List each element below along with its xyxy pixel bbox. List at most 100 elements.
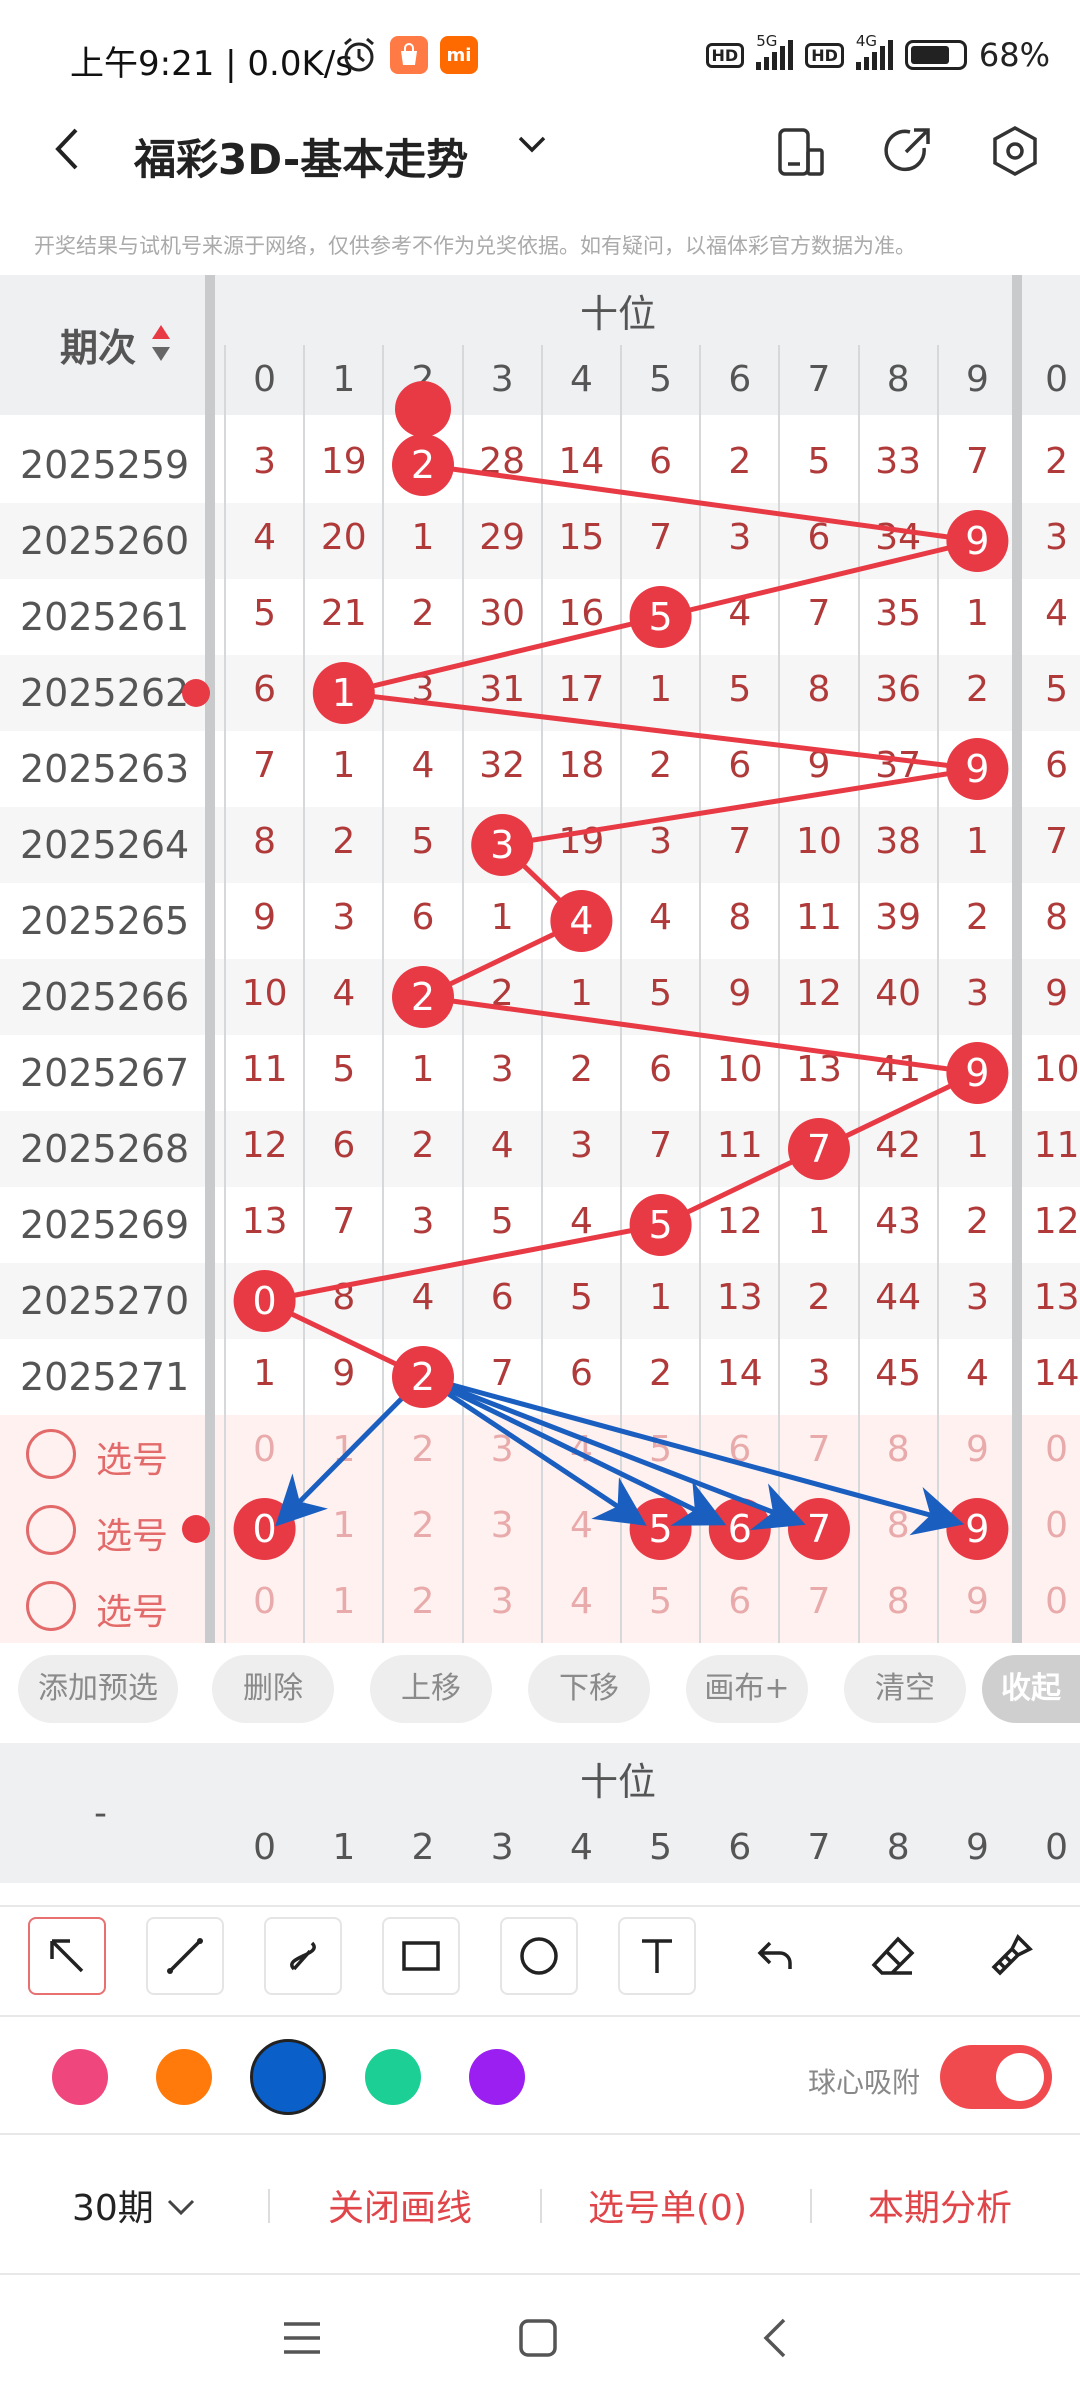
rectangle-tool[interactable]	[382, 1917, 460, 1995]
period-cell: 2025259	[20, 443, 190, 487]
share-icon[interactable]	[880, 124, 934, 178]
shopping-bag-icon	[390, 36, 428, 74]
omission-cell: 1	[411, 1049, 435, 1090]
select-digit-cell[interactable]: 3	[462, 1429, 542, 1470]
omission-cell: 7	[807, 593, 831, 634]
color-swatch-3[interactable]	[365, 2049, 421, 2105]
omission-cell: 11	[716, 1125, 763, 1166]
select-digit-cell[interactable]: 3	[462, 1581, 542, 1622]
select-digit-cell[interactable]: 0	[1017, 1505, 1080, 1546]
select-digit-cell[interactable]: 6	[700, 1429, 780, 1470]
selection-list-button[interactable]: 选号单(0)	[588, 2179, 747, 2231]
trend-table[interactable]: 期次 十位 01234567890 2025259 3 19 28 14 6 2 5 33 7 2 2…	[0, 275, 1080, 1645]
select-digit-cell[interactable]: 3	[462, 1505, 542, 1546]
color-swatch-4[interactable]	[469, 2049, 525, 2105]
select-digit-cell[interactable]: 4	[541, 1505, 621, 1546]
add-preselect-button[interactable]: 添加预选	[18, 1655, 178, 1723]
select-digit-cell[interactable]: 5	[621, 1581, 701, 1622]
select-digit-cell[interactable]: 2	[383, 1429, 463, 1470]
select-digit-cell[interactable]: 8	[858, 1505, 938, 1546]
select-digit-cell[interactable]: 4	[541, 1429, 621, 1470]
select-digit-cell[interactable]: 6	[700, 1581, 780, 1622]
omission-cell: 9	[728, 973, 752, 1014]
color-swatch-2[interactable]	[250, 2039, 326, 2115]
undo-tool[interactable]	[736, 1917, 814, 1995]
title-bar: 福彩3D-基本走势	[0, 118, 1080, 184]
select-digit-cell[interactable]: 9	[937, 1429, 1017, 1470]
freehand-tool[interactable]	[264, 1917, 342, 1995]
omission-cell: 7	[965, 441, 989, 482]
delete-button[interactable]: 删除	[212, 1655, 334, 1723]
circle-icon	[520, 1937, 558, 1975]
net-type-label: 5G	[756, 32, 778, 50]
move-up-button[interactable]: 上移	[370, 1655, 492, 1723]
eraser-tool[interactable]	[854, 1917, 932, 1995]
select-digit-cell[interactable]: 0	[225, 1429, 305, 1470]
period-cell: 2025269	[20, 1203, 190, 1247]
omission-cell: 6	[728, 745, 752, 786]
undo-icon	[757, 1941, 792, 1969]
omission-cell: 2	[490, 973, 514, 1014]
omission-cell: 18	[558, 745, 605, 786]
back-nav-icon[interactable]	[756, 2316, 796, 2360]
color-swatch-1[interactable]	[156, 2049, 212, 2105]
text-tool[interactable]	[618, 1917, 696, 1995]
close-drawing-button[interactable]: 关闭画线	[328, 2179, 472, 2231]
omission-cell: 34	[875, 517, 922, 558]
select-radio[interactable]	[26, 1581, 76, 1631]
select-digit-cell[interactable]: 2	[383, 1505, 463, 1546]
select-digit-cell[interactable]: 0	[225, 1581, 305, 1622]
bottom-bar: 30期 关闭画线 选号单(0) 本期分析	[0, 2135, 1080, 2275]
select-digit-cell[interactable]: 0	[1017, 1581, 1080, 1622]
select-label: 选号	[96, 1440, 169, 1481]
snap-toggle[interactable]	[940, 2045, 1052, 2109]
move-down-button[interactable]: 下移	[528, 1655, 650, 1723]
select-digit-cell[interactable]: 2	[383, 1581, 463, 1622]
omission-cell: 20	[320, 517, 367, 558]
select-digit-cell[interactable]: 7	[779, 1429, 859, 1470]
omission-cell: 3	[728, 517, 752, 558]
settings-icon[interactable]	[988, 124, 1042, 178]
secondary-tens-header: 十位	[580, 1760, 657, 1804]
omission-cell: 2	[965, 897, 989, 938]
color-swatch-0[interactable]	[52, 2049, 108, 2105]
clear-button[interactable]: 清空	[844, 1655, 966, 1723]
secondary-header-digit-9: 9	[965, 1827, 989, 1868]
select-radio[interactable]	[26, 1505, 76, 1555]
omission-cell: 5	[569, 1277, 593, 1318]
home-square-icon[interactable]	[516, 2316, 560, 2360]
omission-cell: 13	[796, 1049, 842, 1090]
select-arrow-tool[interactable]	[28, 1917, 106, 1995]
select-digit-cell[interactable]: 0	[1017, 1429, 1080, 1470]
select-digit-cell[interactable]: 7	[779, 1581, 859, 1622]
select-radio[interactable]	[26, 1429, 76, 1479]
menu-icon[interactable]	[280, 2318, 324, 2358]
omission-cell: 39	[875, 897, 922, 938]
page-title[interactable]: 福彩3D-基本走势	[134, 126, 468, 187]
circle-tool[interactable]	[500, 1917, 578, 1995]
select-digit-cell[interactable]: 8	[858, 1429, 938, 1470]
chevron-down-icon[interactable]	[516, 132, 548, 156]
status-time: 上午9:21 | 0.0K/s	[70, 44, 353, 84]
select-digit-cell[interactable]: 1	[304, 1581, 384, 1622]
select-digit-cell[interactable]: 1	[304, 1505, 384, 1546]
select-digit-cell[interactable]: 5	[621, 1429, 701, 1470]
back-arrow-icon[interactable]	[48, 124, 88, 174]
select-digit-cell[interactable]: 8	[858, 1581, 938, 1622]
eraser-icon	[871, 1936, 915, 1975]
omission-cell: 2	[649, 745, 673, 786]
select-digit-cell[interactable]: 9	[937, 1581, 1017, 1622]
line-tool[interactable]	[146, 1917, 224, 1995]
period-count-select[interactable]: 30期	[72, 2179, 154, 2231]
period-analysis-button[interactable]: 本期分析	[868, 2179, 1012, 2231]
clear-canvas-tool[interactable]	[972, 1917, 1050, 1995]
select-digit-cell[interactable]: 4	[541, 1581, 621, 1622]
omission-cell: 2	[411, 1125, 435, 1166]
canvas-plus-button[interactable]: 画布+	[686, 1655, 808, 1723]
grid-line	[540, 345, 543, 1643]
chevron-down-icon[interactable]	[166, 2197, 196, 2217]
phone-layout-icon[interactable]	[774, 126, 826, 178]
arrow-pointer-icon	[50, 1939, 84, 1973]
collapse-button[interactable]: 收起	[982, 1655, 1080, 1723]
select-digit-cell[interactable]: 1	[304, 1429, 384, 1470]
